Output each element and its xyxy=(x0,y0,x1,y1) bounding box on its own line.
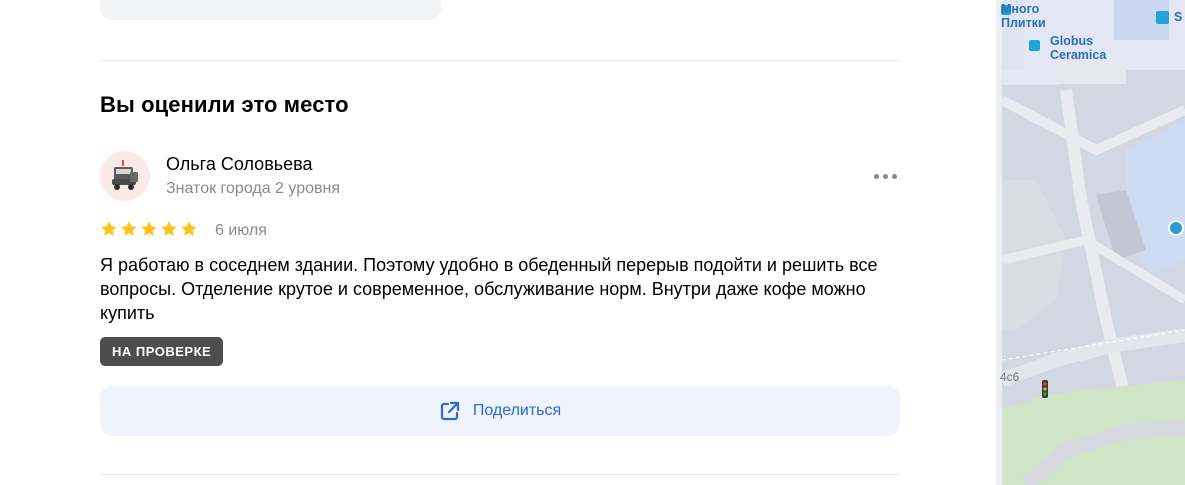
author-level: Знаток города 2 уровня xyxy=(166,180,341,197)
map-label-line: Плитки xyxy=(1001,16,1046,30)
review-date: 6 июля xyxy=(215,222,267,239)
map-label-shop2[interactable]: Globus Ceramica xyxy=(1050,34,1106,62)
more-dots-icon[interactable] xyxy=(870,166,900,186)
dot xyxy=(891,173,897,179)
divider-bottom xyxy=(100,474,900,475)
divider-top xyxy=(100,60,900,61)
avatar[interactable] xyxy=(100,151,150,201)
map-label-line: Много xyxy=(1001,2,1040,16)
map-label-shop1[interactable]: Много Плитки xyxy=(1001,2,1046,30)
share-button[interactable]: Поделиться xyxy=(100,386,900,436)
dot xyxy=(873,173,879,179)
external-share-icon xyxy=(440,401,459,421)
map-canvas xyxy=(996,0,1185,485)
place-panel: Вы оценили это место Ольга Соловьева Зна… xyxy=(0,0,1000,485)
star-icon xyxy=(141,221,157,236)
dot xyxy=(882,173,888,179)
share-label: Поделиться xyxy=(472,402,562,419)
star-icon xyxy=(181,221,197,236)
rating-stars xyxy=(100,220,198,238)
review-text: Я работаю в соседнем здании. Поэтому удо… xyxy=(100,255,878,323)
star-icon xyxy=(121,221,137,236)
star-icon xyxy=(161,221,177,236)
map-label-line: Globus xyxy=(1050,34,1094,48)
map-house-number: 4с6 xyxy=(1000,370,1020,384)
section-title: Вы оценили это место xyxy=(100,92,349,117)
star-icon xyxy=(101,221,117,236)
map[interactable]: Много Плитки Globus Ceramica S 4с6 xyxy=(996,0,1185,485)
author-name[interactable]: Ольга Соловьева xyxy=(166,154,313,175)
map-label-line: Ceramica xyxy=(1050,48,1107,62)
robot-avatar-icon xyxy=(112,160,138,190)
map-label-shop3[interactable]: S xyxy=(1174,10,1182,24)
previous-card xyxy=(100,0,441,20)
status-badge: НА ПРОВЕРКЕ xyxy=(100,337,224,366)
page: Вы оценили это место Ольга Соловьева Зна… xyxy=(0,0,1185,485)
